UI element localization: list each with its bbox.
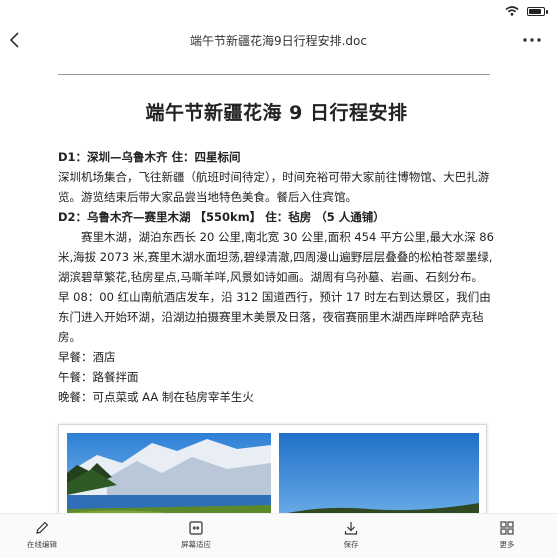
grid-icon	[500, 521, 514, 535]
day2-schedule: 早 08：00 红山南航酒店发车，沿 312 国道西行，预计 17 时左右到达景…	[58, 290, 491, 344]
document-content: 端午节新疆花海 9 日行程安排 D1：深圳—乌鲁木齐 住：四星标间 深圳机场集合…	[58, 98, 495, 407]
save-label: 保存	[343, 540, 359, 549]
day2-body: 赛里木湖，湖泊东西长 20 公里,南北宽 30 公里,面积 454 平方公里,最…	[58, 230, 494, 284]
doc-heading: 端午节新疆花海 9 日行程安排	[145, 102, 408, 124]
photo-strip	[58, 424, 487, 524]
download-icon	[344, 522, 358, 535]
save-button[interactable]: 保存	[321, 520, 381, 550]
pencil-icon	[36, 521, 49, 534]
day2-heading: D2：乌鲁木齐—赛里木湖 【550km】 住：毡房 （5 人通铺）	[58, 210, 385, 224]
document-title: 端午节新疆花海9日行程安排.doc	[189, 34, 367, 48]
status-bar	[0, 0, 557, 22]
day1-heading: D1：深圳—乌鲁木齐 住：四星标间	[58, 150, 241, 164]
battery-icon	[527, 7, 548, 16]
fit-screen-label: 屏幕适应	[181, 540, 211, 549]
day1-body: 深圳机场集合，飞往新疆（航班时间待定），时间充裕可带大家前往博物馆、大巴扎游览。…	[58, 170, 490, 204]
edit-online-button[interactable]: 在线编辑	[12, 520, 72, 550]
dinner-line: 晚餐：可点菜或 AA 制在毡房宰羊生火	[58, 390, 254, 404]
lunch-line: 午餐：路餐拌面	[58, 370, 139, 384]
more-button[interactable]: 更多	[477, 520, 537, 550]
fit-screen-icon	[189, 521, 203, 535]
more-options-icon[interactable]	[521, 34, 543, 46]
top-bar: 端午节新疆花海9日行程安排.doc	[0, 22, 557, 60]
bottom-toolbar: 在线编辑 屏幕适应 保存 更多	[0, 513, 557, 558]
header-divider	[58, 74, 490, 75]
more-label: 更多	[499, 540, 515, 549]
lake-mountain-photo	[67, 433, 271, 523]
breakfast-line: 早餐：酒店	[58, 350, 116, 364]
wifi-icon	[505, 6, 519, 16]
fit-screen-button[interactable]: 屏幕适应	[166, 520, 226, 550]
lakeside-photo	[279, 433, 479, 523]
edit-online-label: 在线编辑	[27, 540, 57, 549]
